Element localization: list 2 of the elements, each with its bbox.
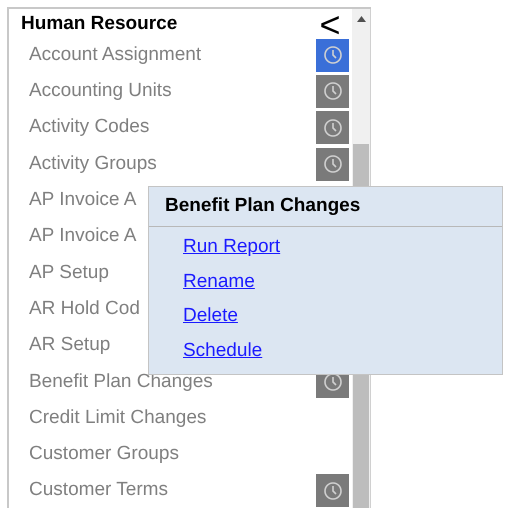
- section-title: Human Resource: [21, 12, 178, 36]
- menu-title: Benefit Plan Changes: [149, 187, 502, 227]
